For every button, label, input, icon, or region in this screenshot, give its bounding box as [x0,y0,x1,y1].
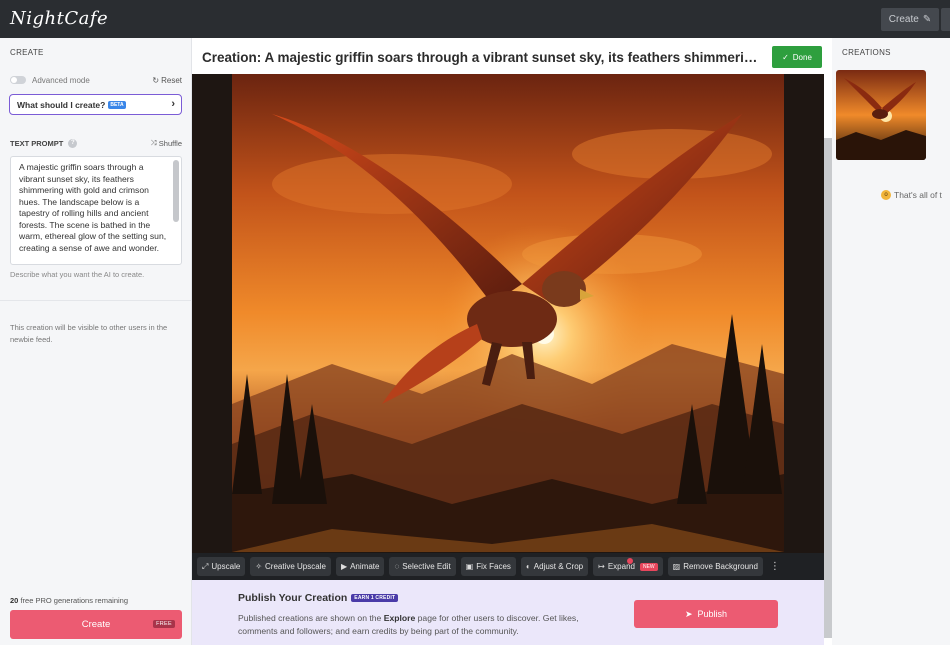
pencil-icon: ✎ [922,14,932,25]
end-of-list-message: o That's all of t [881,190,942,200]
lasso-icon: ◌ [394,562,400,571]
prompt-scrollbar[interactable] [173,160,179,222]
earn-credit-badge: EARN 1 CREDIT [351,594,399,602]
creation-image[interactable] [192,74,824,594]
remaining-generations: 20 free PRO generations remaining [10,596,128,605]
animate-button[interactable]: ▶ Animate [335,557,385,576]
upscale-button[interactable]: ⤢ Upscale [197,557,246,576]
tool-label: Creative Upscale [265,562,326,571]
tool-label: Upscale [211,562,241,571]
creative-upscale-button[interactable]: ✧ Creative Upscale [250,557,331,576]
divider [0,300,192,301]
publish-button-label: Publish [697,609,728,619]
nightcafe-logo[interactable]: NightCafe [10,8,108,29]
publish-button[interactable]: ➤ Publish [634,600,778,628]
publish-description: Published creations are shown on the Exp… [238,612,614,638]
shuffle-icon: ⤨ [150,138,157,147]
visibility-note: This creation will be visible to other u… [10,323,168,344]
text-prompt-label: TEXT PROMPT [10,138,64,148]
remaining-count: 20 [10,596,19,605]
what-should-i-create-label: What should I create? [17,99,106,110]
check-icon: ✓ [782,52,789,62]
create-button-label: Create [81,619,111,630]
advanced-mode-row: Advanced mode ↻ Reset [10,74,182,86]
tool-label: Fix Faces [476,562,511,571]
new-badge: NEW [639,562,658,571]
reset-label: Reset [161,75,182,85]
top-menu-button[interactable] [941,8,950,31]
creations-sidebar: CREATIONS o That's all of t [832,38,950,645]
more-options-icon[interactable]: ⋮ [770,561,780,572]
image-icon: ▨ [672,562,681,571]
create-section-label: CREATE [10,48,44,57]
text-prompt-header: TEXT PROMPT ? ⤨ Shuffle [10,138,182,148]
advanced-mode-label: Advanced mode [32,75,90,85]
help-icon[interactable]: ? [68,138,78,148]
remaining-text: free PRO generations remaining [20,596,128,605]
prompt-text: A majestic griffin soars through a vibra… [19,162,167,253]
fix-faces-button[interactable]: ▣ Fix Faces [460,557,516,576]
explore-link[interactable]: Explore [384,613,416,623]
done-button[interactable]: ✓ Done [772,46,822,68]
magic-wand-icon: ✧ [255,562,263,571]
creation-main: Creation: A majestic griffin soars throu… [192,38,832,645]
reset-icon: ↻ [152,75,160,85]
face-frame-icon: ▣ [465,562,474,571]
chevron-right-icon: › [171,98,175,110]
remove-background-button[interactable]: ▨ Remove Background [667,557,763,576]
image-toolbar: ⤢ Upscale ✧ Creative Upscale ▶ Animate ◌… [192,553,824,580]
selective-edit-button[interactable]: ◌ Selective Edit [389,557,456,576]
reset-button[interactable]: ↻ Reset [152,76,182,85]
text-prompt-input[interactable]: A majestic griffin soars through a vibra… [10,156,182,265]
end-message-text: That's all of t [894,190,942,200]
prompt-hint: Describe what you want the AI to create. [10,270,145,279]
top-bar: NightCafe Create ✎ [0,0,950,38]
upscale-icon: ⤢ [202,561,209,571]
video-camera-icon: ▶ [340,562,348,571]
publish-title: Publish Your Creation [238,592,348,604]
adjust-crop-button[interactable]: ◐ Adjust & Crop [520,557,589,576]
top-create-label: Create [888,14,919,25]
publish-panel: Publish Your Creation EARN 1 CREDIT Publ… [192,580,824,645]
creation-thumbnail[interactable] [836,70,926,160]
publish-title-row: Publish Your Creation EARN 1 CREDIT [238,592,399,604]
contrast-icon: ◐ [525,562,531,571]
tool-label: Animate [350,562,380,571]
griffin-artwork [192,74,824,594]
thumbnail-image [836,70,926,160]
tool-label: Adjust & Crop [533,562,584,571]
publish-desc-before: Published creations are shown on the [238,613,384,623]
shuffle-button[interactable]: ⤨ Shuffle [151,138,182,148]
advanced-mode-toggle[interactable] [10,76,26,84]
new-indicator-dot [627,558,633,564]
top-create-button[interactable]: Create ✎ [881,8,939,31]
create-button[interactable]: Create FREE [10,610,182,639]
free-tag: FREE [153,620,175,628]
page-title: Creation: A majestic griffin soars throu… [202,50,762,65]
create-sidebar: CREATE Advanced mode ↻ Reset What should… [0,38,192,645]
creations-section-label: CREATIONS [842,48,891,57]
what-should-i-create-button[interactable]: What should I create? BETA › [9,94,182,115]
tool-label: Selective Edit [402,562,451,571]
send-icon: ➤ [684,608,693,619]
main-scrollbar[interactable] [824,138,832,638]
tool-label: Remove Background [683,562,758,571]
expand-arrow-icon: ↦ [598,562,605,571]
surprised-face-icon: o [881,190,891,200]
shuffle-label: Shuffle [158,138,182,148]
done-label: Done [792,52,812,62]
beta-badge: BETA [108,100,126,109]
